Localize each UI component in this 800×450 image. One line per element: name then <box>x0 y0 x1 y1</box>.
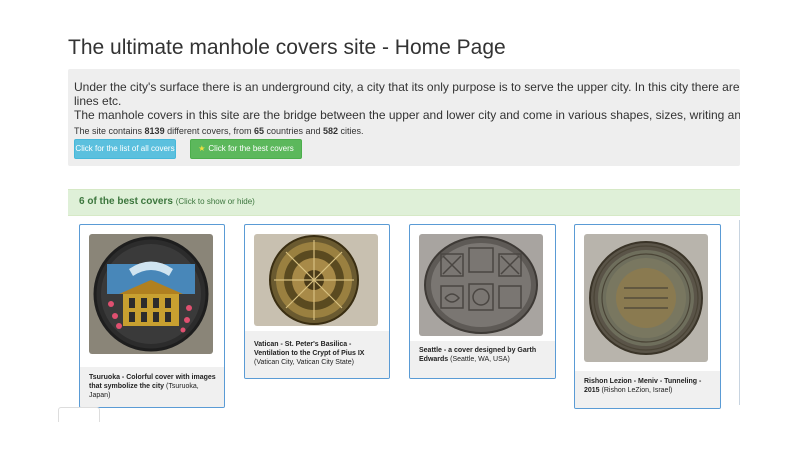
best-covers-hint: (Click to show or hide) <box>175 197 255 206</box>
cover-card-rishon-lezion[interactable]: Rishon Lezion - Meniv - Tunneling - 2015… <box>574 224 721 409</box>
covers-count: 8139 <box>144 126 165 136</box>
best-covers-button[interactable]: ★ Click for the best covers <box>190 139 302 159</box>
stats-suffix: cities. <box>338 126 364 136</box>
tsuruoka-cover-art <box>89 234 213 354</box>
countries-count: 65 <box>253 126 264 136</box>
cover-location: (Rishon LeZion, Israel) <box>601 387 673 394</box>
cities-count: 582 <box>323 126 339 136</box>
rishon-lezion-cover-art <box>584 234 708 362</box>
cover-caption-tsuruoka: Tsuruoka - Colorful cover with images th… <box>80 367 224 407</box>
cover-caption-text-vatican: Vatican - St. Peter's Basilica - Ventila… <box>254 340 383 367</box>
cover-caption-seattle: Seattle - a cover designed by Garth Edwa… <box>410 341 555 378</box>
cover-caption-text-tsuruoka: Tsuruoka - Colorful cover with images th… <box>89 373 218 400</box>
intro-text: Under the city's surface there is an und… <box>74 80 740 122</box>
intro-line-1: Under the city's surface there is an und… <box>74 80 740 94</box>
site-stats: The site contains 8139 different covers,… <box>74 126 364 136</box>
cover-caption-text-rishon-lezion: Rishon Lezion - Meniv - Tunneling - 2015… <box>584 377 714 395</box>
best-covers-heading: 6 of the best covers (Click to show or h… <box>79 196 255 207</box>
seattle-cover-art <box>419 234 543 336</box>
star-icon: ★ <box>198 144 206 153</box>
stats-mid-1: different covers, from <box>164 126 254 136</box>
best-covers-toggle[interactable]: 6 of the best covers (Click to show or h… <box>68 189 740 216</box>
cover-caption-rishon-lezion: Rishon Lezion - Meniv - Tunneling - 2015… <box>575 371 720 408</box>
cover-caption-vatican: Vatican - St. Peter's Basilica - Ventila… <box>245 331 389 378</box>
cover-location: (Vatican City, Vatican City State) <box>254 359 354 366</box>
all-covers-button[interactable]: Click for the list of all covers <box>74 139 176 159</box>
page-title: The ultimate manhole covers site - Home … <box>68 36 506 59</box>
best-covers-button-label: Click for the best covers <box>208 144 294 153</box>
vatican-cover-art <box>254 234 378 326</box>
intro-line-2: lines etc. <box>74 94 122 108</box>
cover-card-tsuruoka[interactable]: Tsuruoka - Colorful cover with images th… <box>79 224 225 408</box>
cover-caption-text-seattle: Seattle - a cover designed by Garth Edwa… <box>419 346 549 364</box>
cover-title: Vatican - St. Peter's Basilica - Ventila… <box>254 341 365 357</box>
cover-image-tsuruoka <box>89 234 213 354</box>
cover-location: (Seattle, WA, USA) <box>450 356 510 363</box>
stats-mid-2: countries and <box>263 126 324 136</box>
all-covers-button-label: Click for the list of all covers <box>75 144 175 153</box>
cover-image-rishon-lezion <box>584 234 708 362</box>
best-covers-title: 6 of the best covers <box>79 196 173 207</box>
cover-image-vatican <box>254 234 378 326</box>
intro-box: Under the city's surface there is an und… <box>68 69 740 166</box>
intro-line-3: The manhole covers in this site are the … <box>74 108 740 122</box>
next-card-edge <box>739 220 740 405</box>
cover-image-seattle <box>419 234 543 336</box>
stats-prefix: The site contains <box>74 126 145 136</box>
bottom-tab[interactable] <box>58 407 100 422</box>
cover-card-seattle[interactable]: Seattle - a cover designed by Garth Edwa… <box>409 224 556 379</box>
cover-card-vatican[interactable]: Vatican - St. Peter's Basilica - Ventila… <box>244 224 390 379</box>
